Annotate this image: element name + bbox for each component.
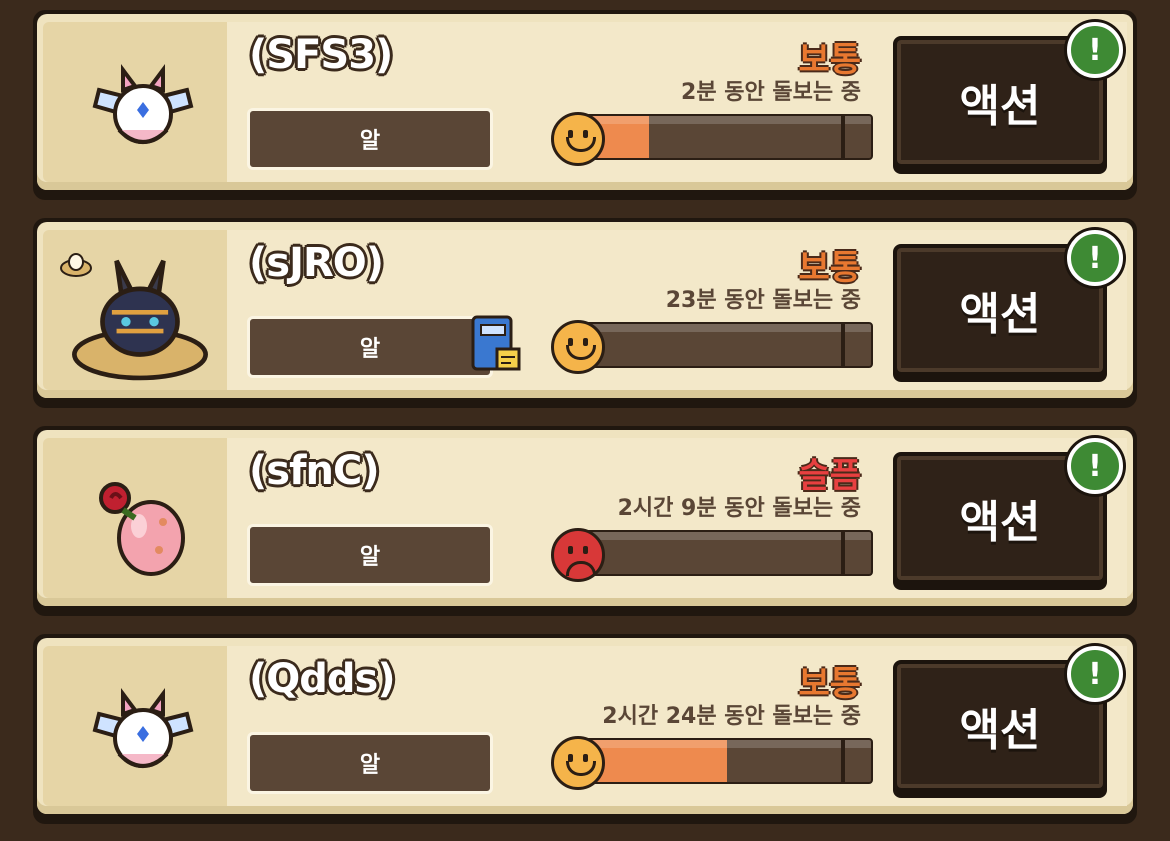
- alert-icon[interactable]: !: [1067, 438, 1123, 494]
- pet-card: (sfnC) 알 슬픔 2시간 9분 동안 돌보는 중 액션 !: [33, 426, 1137, 616]
- card-body: (SFS3) 알 보통 2분 동안 돌보는 중 액션 !: [37, 14, 1133, 190]
- pet-portrait-panel: [43, 230, 227, 390]
- card-body: (sfnC) 알 슬픔 2시간 9분 동안 돌보는 중 액션 !: [37, 430, 1133, 606]
- pet-type-label: 알: [247, 732, 493, 794]
- winged-spirit-icon: [92, 688, 194, 768]
- pink-egg-rose-icon: [99, 482, 185, 576]
- sad-face-icon: [551, 528, 605, 582]
- mood-progress-bar: [569, 530, 873, 576]
- mood-progress-bar: [569, 738, 873, 784]
- pet-name: (sJRO): [249, 240, 384, 286]
- pet-portrait-panel: [43, 438, 227, 598]
- alert-icon[interactable]: !: [1067, 230, 1123, 286]
- card-body: (Qdds) 알 보통 2시간 24분 동안 돌보는 중 액션 !: [37, 638, 1133, 814]
- alert-icon[interactable]: !: [1067, 646, 1123, 702]
- horned-beetle-nest-icon: [72, 259, 208, 381]
- winged-spirit-icon: [92, 64, 194, 144]
- care-duration: 2시간 24분 동안 돌보는 중: [602, 704, 861, 729]
- pet-card: (SFS3) 알 보통 2분 동안 돌보는 중 액션 !: [33, 10, 1137, 200]
- alert-icon[interactable]: !: [1067, 22, 1123, 78]
- happy-face-icon: [551, 112, 605, 166]
- happy-face-icon: [551, 736, 605, 790]
- pet-name: (sfnC): [249, 448, 380, 494]
- care-duration: 2분 동안 돌보는 중: [681, 80, 861, 105]
- happy-face-icon: [551, 320, 605, 374]
- pet-card: (sJRO) 알 보통 23분 동안 돌보는 중 액션 !: [33, 218, 1137, 408]
- pet-type-label: 알: [247, 316, 493, 378]
- mood-progress-bar: [569, 322, 873, 368]
- journal-book-icon[interactable]: [469, 315, 523, 375]
- pet-name: (Qdds): [249, 656, 396, 702]
- pet-card: (Qdds) 알 보통 2시간 24분 동안 돌보는 중 액션 !: [33, 634, 1137, 824]
- pet-name: (SFS3): [249, 32, 393, 78]
- pet-type-label: 알: [247, 524, 493, 586]
- care-duration: 23분 동안 돌보는 중: [665, 288, 861, 313]
- pet-portrait-panel: [43, 22, 227, 182]
- pet-type-label: 알: [247, 108, 493, 170]
- care-duration: 2시간 9분 동안 돌보는 중: [617, 496, 861, 521]
- pet-portrait-panel: [43, 646, 227, 806]
- card-body: (sJRO) 알 보통 23분 동안 돌보는 중 액션 !: [37, 222, 1133, 398]
- mood-progress-bar: [569, 114, 873, 160]
